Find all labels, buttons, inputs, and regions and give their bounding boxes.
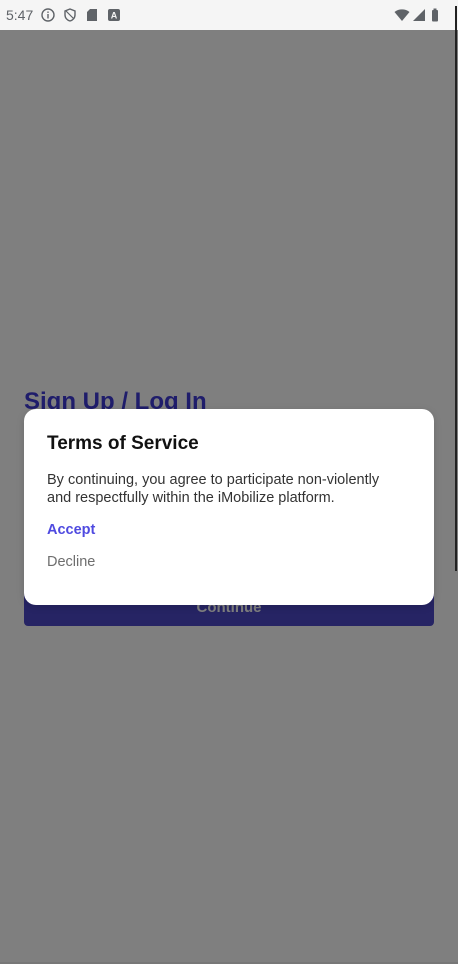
accept-button[interactable]: Accept	[47, 521, 95, 539]
dialog-title: Terms of Service	[47, 433, 199, 454]
status-right	[394, 8, 444, 22]
status-left: 5:47 A	[6, 7, 121, 23]
a-badge-icon: A	[107, 8, 121, 22]
cell-signal-icon	[412, 8, 426, 22]
status-bar: 5:47 A	[0, 0, 458, 30]
terms-dialog: Terms of Service By continuing, you agre…	[24, 409, 434, 605]
wifi-icon	[394, 8, 410, 22]
svg-text:A: A	[111, 11, 118, 21]
status-time: 5:47	[6, 7, 34, 23]
battery-icon	[430, 8, 444, 22]
info-icon	[41, 8, 55, 22]
edge-divider	[455, 6, 457, 571]
dialog-message: By continuing, you agree to participate …	[47, 472, 380, 506]
decline-button[interactable]: Decline	[47, 553, 95, 571]
shield-icon	[63, 8, 77, 22]
sd-card-icon	[85, 8, 99, 22]
screen: 5:47 A Sign U	[0, 0, 458, 964]
